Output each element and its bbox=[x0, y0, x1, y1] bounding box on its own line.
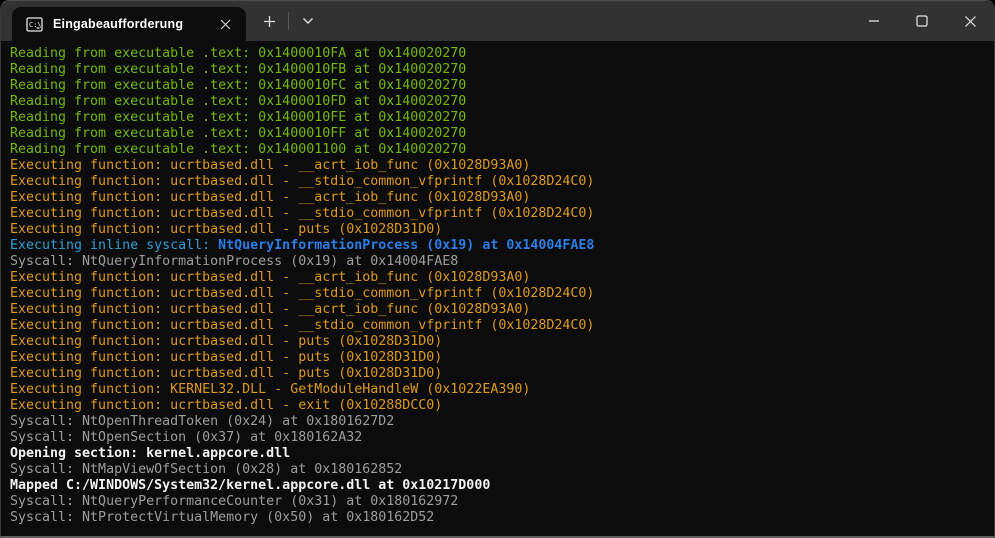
terminal-line: Opening section: kernel.appcore.dll bbox=[10, 446, 994, 462]
terminal-line: Reading from executable .text: 0x1400010… bbox=[10, 110, 994, 126]
minimize-icon bbox=[868, 15, 880, 27]
terminal-line: Executing function: ucrtbased.dll - puts… bbox=[10, 366, 994, 382]
terminal-line: Executing function: ucrtbased.dll - __ac… bbox=[10, 190, 994, 206]
cmd-prompt-icon: C:\ bbox=[26, 16, 43, 33]
terminal-line: Executing function: ucrtbased.dll - puts… bbox=[10, 222, 994, 238]
terminal-line: Reading from executable .text: 0x1400010… bbox=[10, 94, 994, 110]
terminal-output[interactable]: Reading from executable .text: 0x1400010… bbox=[1, 41, 994, 536]
terminal-line: Syscall: NtQueryInformationProcess (0x19… bbox=[10, 254, 994, 270]
terminal-line: Executing function: ucrtbased.dll - __st… bbox=[10, 206, 994, 222]
terminal-line: Executing function: KERNEL32.DLL - GetMo… bbox=[10, 382, 994, 398]
tab-title: Eingabeaufforderung bbox=[53, 17, 212, 31]
terminal-line: Reading from executable .text: 0x1400010… bbox=[10, 46, 994, 62]
terminal-line: Reading from executable .text: 0x1400010… bbox=[10, 126, 994, 142]
tab-eingabeaufforderung[interactable]: C:\ Eingabeaufforderung bbox=[12, 7, 246, 41]
terminal-line: Syscall: NtProtectVirtualMemory (0x50) a… bbox=[10, 510, 994, 526]
terminal-line: Syscall: NtOpenSection (0x37) at 0x18016… bbox=[10, 430, 994, 446]
maximize-button[interactable] bbox=[898, 1, 946, 41]
terminal-line: Mapped C:/WINDOWS/System32/kernel.appcor… bbox=[10, 478, 994, 494]
tabbar-actions bbox=[254, 1, 323, 41]
new-tab-button[interactable] bbox=[254, 6, 284, 36]
terminal-line: Syscall: NtQueryPerformanceCounter (0x31… bbox=[10, 494, 994, 510]
terminal-line: Executing function: ucrtbased.dll - puts… bbox=[10, 350, 994, 366]
svg-text:C:\: C:\ bbox=[29, 21, 42, 29]
close-icon bbox=[964, 15, 977, 28]
close-window-button[interactable] bbox=[946, 1, 994, 41]
close-icon bbox=[220, 19, 231, 30]
window-controls bbox=[850, 1, 994, 41]
terminal-line: Reading from executable .text: 0x1400011… bbox=[10, 142, 994, 158]
chevron-down-icon bbox=[302, 17, 314, 25]
terminal-line: Executing function: ucrtbased.dll - __st… bbox=[10, 286, 994, 302]
terminal-line: Executing function: ucrtbased.dll - __st… bbox=[10, 318, 994, 334]
plus-icon bbox=[263, 15, 276, 28]
terminal-line: Executing function: ucrtbased.dll - __ac… bbox=[10, 302, 994, 318]
terminal-line: Executing function: ucrtbased.dll - __ac… bbox=[10, 270, 994, 286]
tab-close-button[interactable] bbox=[212, 12, 238, 36]
terminal-line: Reading from executable .text: 0x1400010… bbox=[10, 78, 994, 94]
terminal-line: Reading from executable .text: 0x1400010… bbox=[10, 62, 994, 78]
terminal-line: Syscall: NtMapViewOfSection (0x28) at 0x… bbox=[10, 462, 994, 478]
terminal-line: Executing function: ucrtbased.dll - puts… bbox=[10, 334, 994, 350]
minimize-button[interactable] bbox=[850, 1, 898, 41]
terminal-line: Executing function: ucrtbased.dll - exit… bbox=[10, 398, 994, 414]
terminal-line: Executing function: ucrtbased.dll - __st… bbox=[10, 174, 994, 190]
terminal-window: C:\ Eingabeaufforderung bbox=[0, 0, 995, 538]
maximize-icon bbox=[916, 15, 928, 27]
titlebar[interactable]: C:\ Eingabeaufforderung bbox=[1, 1, 994, 41]
tabbar-separator bbox=[288, 12, 289, 30]
terminal-line: Executing function: ucrtbased.dll - __ac… bbox=[10, 158, 994, 174]
terminal-line: Syscall: NtOpenThreadToken (0x24) at 0x1… bbox=[10, 414, 994, 430]
tab-dropdown-button[interactable] bbox=[293, 6, 323, 36]
terminal-line: Executing inline syscall: NtQueryInforma… bbox=[10, 238, 994, 254]
